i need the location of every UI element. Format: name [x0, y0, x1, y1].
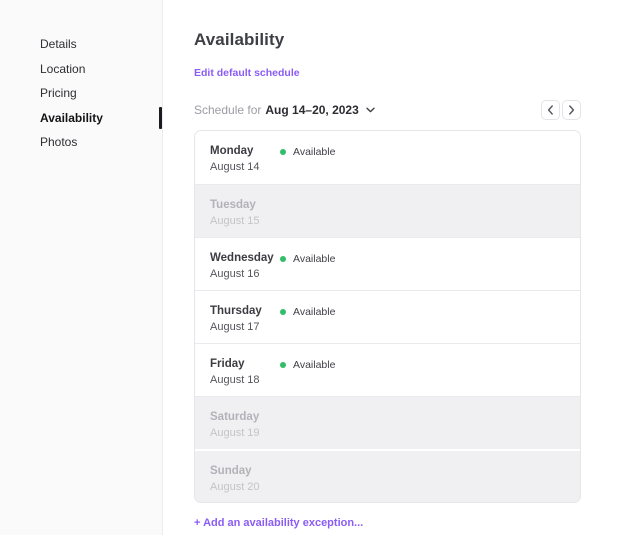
page-title: Availability — [194, 30, 581, 50]
day-name: Tuesday — [210, 198, 280, 212]
day-date: August 17 — [210, 321, 280, 333]
day-row-friday[interactable]: Friday August 18 Available — [195, 343, 580, 396]
main-content: Availability Edit default schedule Sched… — [163, 0, 635, 535]
day-row-thursday[interactable]: Thursday August 17 Available — [195, 290, 580, 343]
sidebar-item-label: Photos — [40, 135, 77, 149]
day-column: Tuesday August 15 — [210, 198, 280, 227]
day-column: Thursday August 17 — [210, 304, 280, 333]
available-dot-icon — [280, 256, 286, 262]
availability-status: Available — [280, 146, 335, 158]
status-label: Available — [293, 359, 335, 371]
availability-status: Available — [280, 306, 335, 318]
day-row-wednesday[interactable]: Wednesday August 16 Available — [195, 237, 580, 290]
day-name: Sunday — [210, 464, 280, 478]
day-name: Wednesday — [210, 251, 280, 265]
sidebar-item-location[interactable]: Location — [0, 57, 162, 82]
week-range-value: Aug 14–20, 2023 — [265, 103, 358, 117]
day-date: August 19 — [210, 427, 280, 439]
day-column: Friday August 18 — [210, 357, 280, 386]
sidebar-item-label: Availability — [40, 111, 103, 125]
day-row-tuesday[interactable]: Tuesday August 15 — [195, 184, 580, 237]
day-date: August 14 — [210, 161, 280, 173]
chevron-down-icon — [366, 107, 375, 113]
add-availability-exception-link[interactable]: + Add an availability exception... — [194, 517, 363, 529]
available-dot-icon — [280, 149, 286, 155]
week-schedule-card: Monday August 14 Available Tuesday Augus… — [194, 130, 581, 503]
previous-week-button[interactable] — [541, 100, 560, 120]
sidebar-item-details[interactable]: Details — [0, 32, 162, 57]
edit-default-schedule-link[interactable]: Edit default schedule — [194, 67, 300, 79]
day-row-sunday[interactable]: Sunday August 20 — [195, 449, 580, 502]
availability-status: Available — [280, 253, 335, 265]
day-date: August 16 — [210, 268, 280, 280]
day-name: Friday — [210, 357, 280, 371]
day-date: August 20 — [210, 481, 280, 493]
sidebar-item-label: Pricing — [40, 86, 77, 100]
next-week-button[interactable] — [562, 100, 581, 120]
available-dot-icon — [280, 362, 286, 368]
sidebar-item-pricing[interactable]: Pricing — [0, 81, 162, 106]
sidebar-item-label: Location — [40, 62, 85, 76]
chevron-left-icon — [547, 105, 554, 115]
day-name: Thursday — [210, 304, 280, 318]
chevron-right-icon — [568, 105, 575, 115]
day-column: Saturday August 19 — [210, 410, 280, 439]
day-column: Monday August 14 — [210, 144, 280, 173]
sidebar-item-photos[interactable]: Photos — [0, 130, 162, 155]
day-column: Sunday August 20 — [210, 464, 280, 493]
status-label: Available — [293, 146, 335, 158]
schedule-for-label: Schedule for — [194, 103, 261, 117]
day-name: Saturday — [210, 410, 280, 424]
week-range-selector[interactable]: Aug 14–20, 2023 — [265, 103, 374, 117]
sidebar-item-label: Details — [40, 37, 77, 51]
available-dot-icon — [280, 309, 286, 315]
day-row-monday[interactable]: Monday August 14 Available — [195, 131, 580, 184]
sidebar: Details Location Pricing Availability Ph… — [0, 0, 163, 535]
schedule-bar: Schedule for Aug 14–20, 2023 — [194, 99, 581, 120]
status-label: Available — [293, 253, 335, 265]
day-date: August 15 — [210, 215, 280, 227]
day-name: Monday — [210, 144, 280, 158]
active-indicator — [159, 107, 162, 129]
day-column: Wednesday August 16 — [210, 251, 280, 280]
day-date: August 18 — [210, 374, 280, 386]
status-label: Available — [293, 306, 335, 318]
week-nav — [541, 100, 581, 120]
sidebar-item-availability[interactable]: Availability — [0, 106, 162, 131]
day-row-saturday[interactable]: Saturday August 19 — [195, 396, 580, 449]
availability-status: Available — [280, 359, 335, 371]
